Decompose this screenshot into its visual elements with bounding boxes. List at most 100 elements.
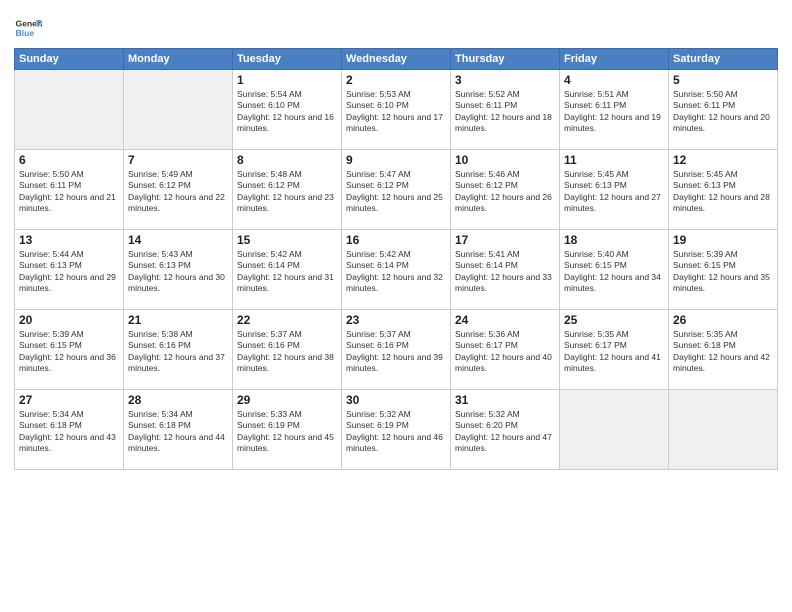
calendar-cell: 3 Sunrise: 5:52 AMSunset: 6:11 PMDaylight… xyxy=(451,70,560,150)
calendar-cell: 7 Sunrise: 5:49 AMSunset: 6:12 PMDaylight… xyxy=(124,150,233,230)
day-info: Sunrise: 5:50 AMSunset: 6:11 PMDaylight:… xyxy=(19,169,119,215)
day-info: Sunrise: 5:41 AMSunset: 6:14 PMDaylight:… xyxy=(455,249,555,295)
calendar-cell: 22 Sunrise: 5:37 AMSunset: 6:16 PMDayligh… xyxy=(233,310,342,390)
calendar-cell: 23 Sunrise: 5:37 AMSunset: 6:16 PMDayligh… xyxy=(342,310,451,390)
calendar-cell xyxy=(669,390,778,470)
day-number: 21 xyxy=(128,313,228,327)
day-info: Sunrise: 5:32 AMSunset: 6:20 PMDaylight:… xyxy=(455,409,555,455)
svg-text:Blue: Blue xyxy=(16,28,35,38)
day-info: Sunrise: 5:44 AMSunset: 6:13 PMDaylight:… xyxy=(19,249,119,295)
calendar-cell: 20 Sunrise: 5:39 AMSunset: 6:15 PMDayligh… xyxy=(15,310,124,390)
header-day: Tuesday xyxy=(233,49,342,70)
calendar-cell: 12 Sunrise: 5:45 AMSunset: 6:13 PMDayligh… xyxy=(669,150,778,230)
calendar-cell: 31 Sunrise: 5:32 AMSunset: 6:20 PMDayligh… xyxy=(451,390,560,470)
day-number: 9 xyxy=(346,153,446,167)
day-number: 7 xyxy=(128,153,228,167)
calendar-cell: 2 Sunrise: 5:53 AMSunset: 6:10 PMDaylight… xyxy=(342,70,451,150)
day-info: Sunrise: 5:38 AMSunset: 6:16 PMDaylight:… xyxy=(128,329,228,375)
day-info: Sunrise: 5:40 AMSunset: 6:15 PMDaylight:… xyxy=(564,249,664,295)
day-info: Sunrise: 5:33 AMSunset: 6:19 PMDaylight:… xyxy=(237,409,337,455)
calendar-week-row: 1 Sunrise: 5:54 AMSunset: 6:10 PMDaylight… xyxy=(15,70,778,150)
header-day: Friday xyxy=(560,49,669,70)
day-info: Sunrise: 5:39 AMSunset: 6:15 PMDaylight:… xyxy=(19,329,119,375)
day-number: 20 xyxy=(19,313,119,327)
day-info: Sunrise: 5:39 AMSunset: 6:15 PMDaylight:… xyxy=(673,249,773,295)
header-day: Saturday xyxy=(669,49,778,70)
calendar-cell: 15Sunrise: 5:42 AMSunset: 6:14 PMDayligh… xyxy=(233,230,342,310)
calendar-cell: 19Sunrise: 5:39 AMSunset: 6:15 PMDayligh… xyxy=(669,230,778,310)
day-number: 23 xyxy=(346,313,446,327)
day-number: 27 xyxy=(19,393,119,407)
day-info: Sunrise: 5:32 AMSunset: 6:19 PMDaylight:… xyxy=(346,409,446,455)
day-info: Sunrise: 5:43 AMSunset: 6:13 PMDaylight:… xyxy=(128,249,228,295)
calendar-cell: 13 Sunrise: 5:44 AMSunset: 6:13 PMDayligh… xyxy=(15,230,124,310)
day-info: Sunrise: 5:53 AMSunset: 6:10 PMDaylight:… xyxy=(346,89,446,135)
day-number: 6 xyxy=(19,153,119,167)
logo: General Blue xyxy=(14,14,42,42)
day-number: 24 xyxy=(455,313,555,327)
day-info: Sunrise: 5:48 AMSunset: 6:12 PMDaylight:… xyxy=(237,169,337,215)
day-info: Sunrise: 5:37 AMSunset: 6:16 PMDaylight:… xyxy=(346,329,446,375)
logo-icon: General Blue xyxy=(14,14,42,42)
calendar-cell: 14 Sunrise: 5:43 AMSunset: 6:13 PMDayligh… xyxy=(124,230,233,310)
calendar-week-row: 20 Sunrise: 5:39 AMSunset: 6:15 PMDayligh… xyxy=(15,310,778,390)
header-day: Monday xyxy=(124,49,233,70)
day-info: Sunrise: 5:37 AMSunset: 6:16 PMDaylight:… xyxy=(237,329,337,375)
day-info: Sunrise: 5:54 AMSunset: 6:10 PMDaylight:… xyxy=(237,89,337,135)
calendar-cell xyxy=(15,70,124,150)
day-info: Sunrise: 5:35 AMSunset: 6:17 PMDaylight:… xyxy=(564,329,664,375)
header: General Blue xyxy=(14,10,778,42)
day-number: 25 xyxy=(564,313,664,327)
day-number: 13 xyxy=(19,233,119,247)
day-info: Sunrise: 5:35 AMSunset: 6:18 PMDaylight:… xyxy=(673,329,773,375)
day-number: 29 xyxy=(237,393,337,407)
calendar-cell xyxy=(560,390,669,470)
day-info: Sunrise: 5:49 AMSunset: 6:12 PMDaylight:… xyxy=(128,169,228,215)
day-info: Sunrise: 5:52 AMSunset: 6:11 PMDaylight:… xyxy=(455,89,555,135)
day-number: 15 xyxy=(237,233,337,247)
header-day: Thursday xyxy=(451,49,560,70)
day-number: 5 xyxy=(673,73,773,87)
calendar-cell: 10 Sunrise: 5:46 AMSunset: 6:12 PMDayligh… xyxy=(451,150,560,230)
calendar-cell: 4Sunrise: 5:51 AMSunset: 6:11 PMDaylight… xyxy=(560,70,669,150)
day-number: 16 xyxy=(346,233,446,247)
calendar-cell: 26 Sunrise: 5:35 AMSunset: 6:18 PMDayligh… xyxy=(669,310,778,390)
calendar-cell: 11Sunrise: 5:45 AMSunset: 6:13 PMDayligh… xyxy=(560,150,669,230)
header-day: Wednesday xyxy=(342,49,451,70)
day-info: Sunrise: 5:34 AMSunset: 6:18 PMDaylight:… xyxy=(19,409,119,455)
day-number: 31 xyxy=(455,393,555,407)
day-info: Sunrise: 5:45 AMSunset: 6:13 PMDaylight:… xyxy=(673,169,773,215)
calendar-cell: 8 Sunrise: 5:48 AMSunset: 6:12 PMDaylight… xyxy=(233,150,342,230)
calendar-table: SundayMondayTuesdayWednesdayThursdayFrid… xyxy=(14,48,778,470)
header-row: SundayMondayTuesdayWednesdayThursdayFrid… xyxy=(15,49,778,70)
calendar-week-row: 6 Sunrise: 5:50 AMSunset: 6:11 PMDaylight… xyxy=(15,150,778,230)
day-number: 3 xyxy=(455,73,555,87)
calendar-week-row: 13 Sunrise: 5:44 AMSunset: 6:13 PMDayligh… xyxy=(15,230,778,310)
calendar-cell: 28 Sunrise: 5:34 AMSunset: 6:18 PMDayligh… xyxy=(124,390,233,470)
day-number: 30 xyxy=(346,393,446,407)
day-number: 8 xyxy=(237,153,337,167)
day-number: 1 xyxy=(237,73,337,87)
day-number: 17 xyxy=(455,233,555,247)
calendar-cell: 24Sunrise: 5:36 AMSunset: 6:17 PMDayligh… xyxy=(451,310,560,390)
calendar-cell: 1 Sunrise: 5:54 AMSunset: 6:10 PMDaylight… xyxy=(233,70,342,150)
calendar-cell: 6 Sunrise: 5:50 AMSunset: 6:11 PMDaylight… xyxy=(15,150,124,230)
day-number: 10 xyxy=(455,153,555,167)
day-number: 2 xyxy=(346,73,446,87)
day-number: 14 xyxy=(128,233,228,247)
calendar-cell: 30 Sunrise: 5:32 AMSunset: 6:19 PMDayligh… xyxy=(342,390,451,470)
day-number: 22 xyxy=(237,313,337,327)
calendar-cell: 16 Sunrise: 5:42 AMSunset: 6:14 PMDayligh… xyxy=(342,230,451,310)
day-info: Sunrise: 5:46 AMSunset: 6:12 PMDaylight:… xyxy=(455,169,555,215)
day-number: 12 xyxy=(673,153,773,167)
calendar-cell: 5Sunrise: 5:50 AMSunset: 6:11 PMDaylight… xyxy=(669,70,778,150)
day-info: Sunrise: 5:34 AMSunset: 6:18 PMDaylight:… xyxy=(128,409,228,455)
calendar-cell: 25 Sunrise: 5:35 AMSunset: 6:17 PMDayligh… xyxy=(560,310,669,390)
calendar-cell: 21 Sunrise: 5:38 AMSunset: 6:16 PMDayligh… xyxy=(124,310,233,390)
day-number: 26 xyxy=(673,313,773,327)
day-number: 4 xyxy=(564,73,664,87)
calendar-cell: 9Sunrise: 5:47 AMSunset: 6:12 PMDaylight… xyxy=(342,150,451,230)
day-number: 28 xyxy=(128,393,228,407)
calendar-cell: 29 Sunrise: 5:33 AMSunset: 6:19 PMDayligh… xyxy=(233,390,342,470)
day-info: Sunrise: 5:42 AMSunset: 6:14 PMDaylight:… xyxy=(346,249,446,295)
